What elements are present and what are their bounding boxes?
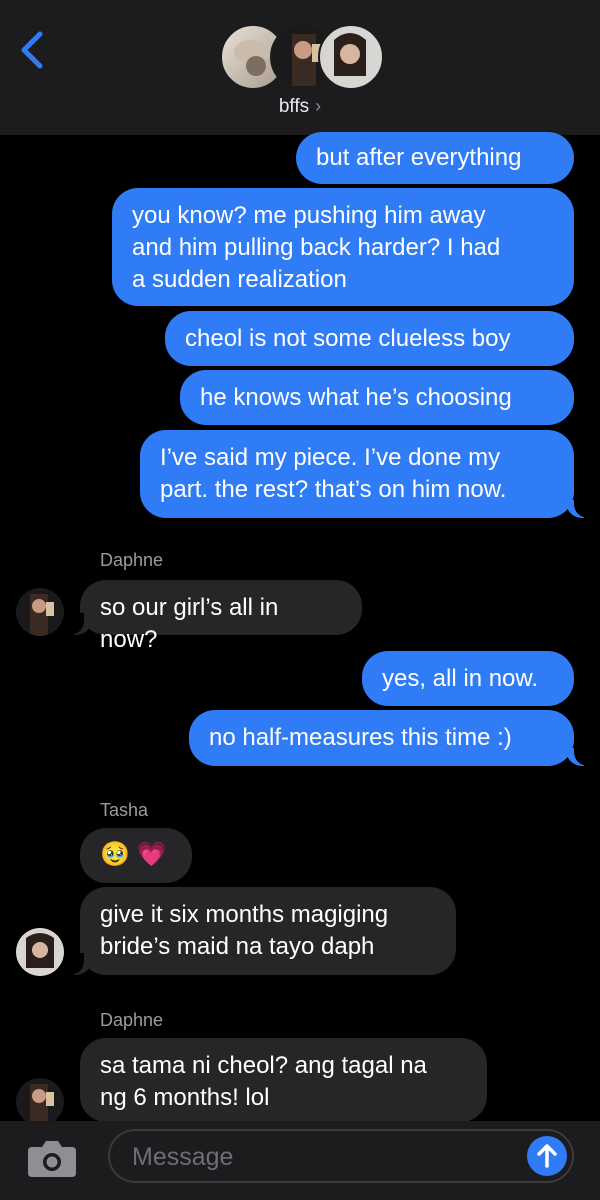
message-outgoing[interactable]: he knows what he’s choosing xyxy=(180,370,574,425)
message-outgoing[interactable]: you know? me pushing him away and him pu… xyxy=(112,188,574,306)
bubble-tail xyxy=(64,953,92,975)
back-chevron-icon[interactable] xyxy=(16,30,50,70)
message-outgoing[interactable]: but after everything xyxy=(296,132,574,184)
message-incoming[interactable]: sa tama ni cheol? ang tagal na ng 6 mont… xyxy=(80,1038,487,1122)
group-avatars[interactable] xyxy=(220,24,384,90)
sender-name: Daphne xyxy=(100,550,164,570)
arrow-up-icon xyxy=(537,1144,557,1168)
sender-name: Tasha xyxy=(100,800,149,820)
message-outgoing[interactable]: no half-measures this time :) xyxy=(189,710,574,766)
send-button[interactable] xyxy=(527,1136,567,1176)
avatar xyxy=(318,24,384,90)
group-name-label: bffs xyxy=(278,96,310,117)
avatar xyxy=(16,928,64,976)
bubble-tail xyxy=(64,613,92,635)
message-incoming[interactable]: so our girl’s all in now? xyxy=(80,580,362,653)
message-composer-bar: Message xyxy=(0,1121,600,1200)
message-incoming[interactable]: give it six months magiging bride’s maid… xyxy=(80,887,456,975)
bubble-tail xyxy=(566,744,594,766)
message-outgoing[interactable]: cheol is not some clueless boy xyxy=(165,311,574,366)
avatar xyxy=(16,1078,64,1126)
group-name[interactable]: bffs › xyxy=(0,96,600,118)
avatar xyxy=(16,588,64,636)
sender-name: Daphne xyxy=(100,1010,164,1030)
bubble-tail xyxy=(566,496,594,518)
camera-icon[interactable] xyxy=(26,1135,78,1179)
message-outgoing[interactable]: yes, all in now. xyxy=(362,651,574,706)
message-input-placeholder: Message xyxy=(132,1143,234,1171)
message-incoming[interactable]: 🥹 💗 xyxy=(80,828,192,883)
message-input[interactable]: Message xyxy=(108,1129,574,1183)
message-outgoing[interactable]: I’ve said my piece. I’ve done my part. t… xyxy=(140,430,574,518)
conversation-header: bffs › xyxy=(0,0,600,135)
chevron-right-icon: › xyxy=(315,96,322,116)
